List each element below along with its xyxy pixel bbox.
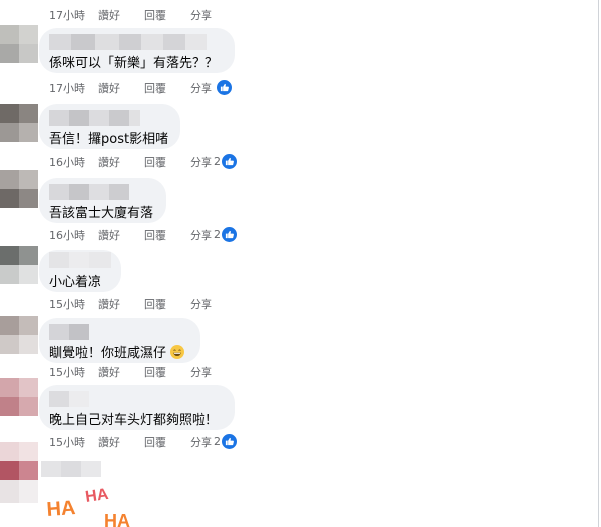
comment-time[interactable]: 15小時 xyxy=(49,364,98,380)
reaction-summary[interactable]: 2 xyxy=(214,226,237,242)
comment-text: 係咪可以「新樂」有落先？？ xyxy=(49,56,219,71)
thumbs-up-icon xyxy=(222,226,237,242)
reaction-summary[interactable]: 2 xyxy=(214,153,237,169)
comment-bubble: 係咪可以「新樂」有落先？？ xyxy=(39,28,235,73)
share-button[interactable]: 分享 xyxy=(190,296,212,312)
reply-button[interactable]: 回覆 xyxy=(144,296,166,312)
share-button[interactable]: 分享 xyxy=(190,7,212,23)
comment-text: 晚上自己对车头灯都夠照啦！ xyxy=(49,413,219,428)
comment-text: 小心着凉 xyxy=(49,275,102,290)
avatar[interactable] xyxy=(0,104,38,142)
comment-actions: 17小時 讚好 回覆 分享 xyxy=(49,80,212,96)
like-button[interactable]: 讚好 xyxy=(98,434,120,450)
haha-sticker[interactable]: HA HA HA xyxy=(46,482,136,527)
grinning-face-icon xyxy=(170,345,185,359)
share-button[interactable]: 分享 xyxy=(190,434,212,450)
author-name-blurred[interactable] xyxy=(49,110,140,126)
share-button[interactable]: 分享 xyxy=(190,154,212,170)
author-name-blurred[interactable] xyxy=(49,391,89,407)
author-name-blurred[interactable] xyxy=(49,184,129,200)
comment-actions: 16小時 讚好 回覆 分享 xyxy=(49,154,212,170)
reaction-count: 2 xyxy=(214,434,221,448)
like-button[interactable]: 讚好 xyxy=(98,364,120,380)
like-button[interactable]: 讚好 xyxy=(98,296,120,312)
avatar[interactable] xyxy=(0,316,38,354)
reaction-summary[interactable]: 2 xyxy=(214,433,237,449)
share-button[interactable]: 分享 xyxy=(190,364,212,380)
avatar[interactable] xyxy=(0,246,38,284)
thumbs-up-icon xyxy=(222,433,237,449)
sticker-text: HA xyxy=(84,486,110,506)
comment-time[interactable]: 16小時 xyxy=(49,227,98,243)
share-button[interactable]: 分享 xyxy=(190,80,212,96)
sticker-text: HA xyxy=(46,497,76,521)
like-button[interactable]: 讚好 xyxy=(98,80,120,96)
reply-button[interactable]: 回覆 xyxy=(144,364,166,380)
reply-button[interactable]: 回覆 xyxy=(144,227,166,243)
comment-actions: 15小時 讚好 回覆 分享 xyxy=(49,296,212,312)
comment-text-content: 瞓覺啦！你班咸濕仔 xyxy=(49,346,167,361)
reaction-count: 2 xyxy=(214,154,221,168)
reaction-count: 2 xyxy=(214,227,221,241)
comment-bubble: 吾信！攞post影相啫 xyxy=(39,104,180,149)
like-button[interactable]: 讚好 xyxy=(98,7,120,23)
avatar[interactable] xyxy=(0,170,38,208)
comment-actions-top: 17小時 讚好 回覆 分享 xyxy=(49,7,212,23)
comment-actions: 15小時 讚好 回覆 分享 xyxy=(49,434,212,450)
thumbs-up-icon xyxy=(217,79,232,95)
reply-button[interactable]: 回覆 xyxy=(144,434,166,450)
comment-bubble: 晚上自己对车头灯都夠照啦！ xyxy=(39,385,235,430)
avatar[interactable] xyxy=(0,25,38,63)
reaction-summary[interactable] xyxy=(216,79,232,95)
author-name-blurred[interactable] xyxy=(49,324,89,340)
reply-button[interactable]: 回覆 xyxy=(144,154,166,170)
comment-actions: 16小時 讚好 回覆 分享 xyxy=(49,227,212,243)
avatar-lower xyxy=(0,480,38,503)
comment-time[interactable]: 17小時 xyxy=(49,7,98,23)
comment-time[interactable]: 15小時 xyxy=(49,296,98,312)
comment-actions: 15小時 讚好 回覆 分享 xyxy=(49,364,212,380)
comment-time[interactable]: 17小時 xyxy=(49,80,98,96)
comment-bubble: 吾該富士大廈有落 xyxy=(39,178,166,223)
like-button[interactable]: 讚好 xyxy=(98,154,120,170)
comment-bubble: 小心着凉 xyxy=(39,250,121,292)
sticker-text: HA xyxy=(104,511,130,527)
share-button[interactable]: 分享 xyxy=(190,227,212,243)
reply-button[interactable]: 回覆 xyxy=(144,7,166,23)
comment-time[interactable]: 15小時 xyxy=(49,434,98,450)
avatar[interactable] xyxy=(0,442,38,480)
author-name-blurred[interactable] xyxy=(41,461,101,477)
author-name-blurred[interactable] xyxy=(49,34,207,50)
comment-text: 瞓覺啦！你班咸濕仔 xyxy=(49,342,185,361)
comment-text: 吾信！攞post影相啫 xyxy=(49,132,169,147)
avatar[interactable] xyxy=(0,378,38,416)
comment-text: 吾該富士大廈有落 xyxy=(49,206,154,221)
comment-time[interactable]: 16小時 xyxy=(49,154,98,170)
scroll-divider xyxy=(598,0,599,527)
thumbs-up-icon xyxy=(222,153,237,169)
comment-thread: 17小時 讚好 回覆 分享 係咪可以「新樂」有落先？？ 17小時 讚好 回覆 分… xyxy=(0,0,601,527)
like-button[interactable]: 讚好 xyxy=(98,227,120,243)
author-name-blurred[interactable] xyxy=(49,252,111,268)
reply-button[interactable]: 回覆 xyxy=(144,80,166,96)
comment-bubble: 瞓覺啦！你班咸濕仔 xyxy=(39,318,200,363)
